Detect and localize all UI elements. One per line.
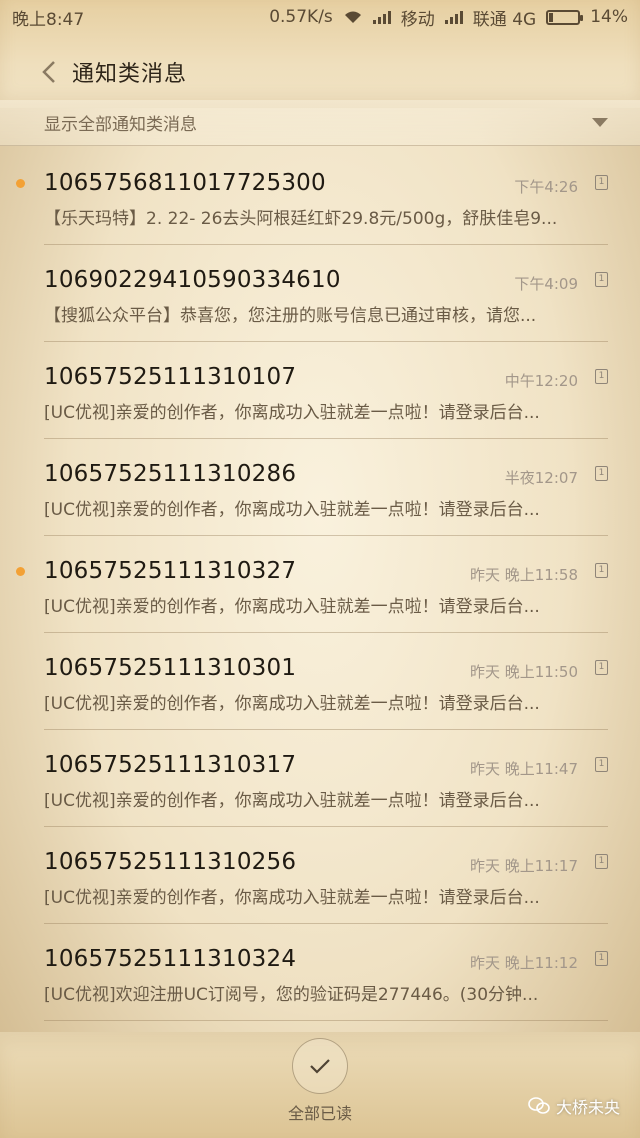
message-sender: 1065756811017725300 — [44, 170, 326, 196]
message-sender: 10657525111310317 — [44, 752, 297, 778]
network-speed: 0.57K/s — [269, 7, 333, 27]
message-preview: [UC优视]亲爱的创作者，你离成功入驻就差一点啦！请登录后台... — [44, 500, 540, 520]
message-preview: [UC优视]亲爱的创作者，你离成功入驻就差一点啦！请登录后台... — [44, 888, 540, 908]
sim-card-icon: 1 — [595, 660, 608, 675]
header: 通知类消息 — [0, 44, 640, 100]
sim-card-icon: 1 — [595, 854, 608, 869]
signal-icon — [372, 10, 391, 24]
battery-icon — [546, 9, 584, 25]
sim-card-icon: 1 — [595, 757, 608, 772]
sim-card-icon: 1 — [595, 272, 608, 287]
back-button[interactable] — [32, 55, 66, 89]
carrier-1: 移动 — [400, 9, 435, 30]
mark-all-read-button[interactable] — [292, 1038, 348, 1094]
message-row[interactable]: 10657525111310301 昨天 晚上11:50 1 [UC优视]亲爱的创作者… — [44, 633, 608, 730]
message-sender: 10690229410590334610 — [44, 267, 341, 293]
message-row[interactable]: 10657525111310256 昨天 晚上11:17 1 [UC优视]亲爱的创作者… — [44, 827, 608, 924]
message-row[interactable]: 10657525111310324 昨天 晚上11:12 1 [UC优视]欢迎注册UC… — [44, 924, 608, 1021]
status-time: 晚上8:47 — [12, 9, 85, 30]
sim-card-icon: 1 — [595, 466, 608, 481]
mark-all-read-label: 全部已读 — [287, 1104, 352, 1123]
chevron-left-icon — [42, 61, 55, 83]
message-row[interactable]: 10657525111310317 昨天 晚上11:47 1 [UC优视]亲爱的创作者… — [44, 730, 608, 827]
message-sender: 10657525111310107 — [44, 364, 297, 390]
message-preview: 【乐天玛特】2. 22- 26去头阿根廷红虾29.8元/500g，舒肤佳皂9..… — [44, 209, 558, 229]
message-sender: 10657525111310301 — [44, 655, 297, 681]
message-sender: 10657525111310324 — [44, 946, 297, 972]
status-bar: 晚上8:47 0.57K/s 移动 联通 4G 14% — [0, 0, 640, 34]
message-row[interactable]: 10690229410590334610 下午4:09 1 【搜狐公众平台】恭喜您，您… — [44, 245, 608, 342]
message-row[interactable]: 1065756811017725300 下午4:26 1 【乐天玛特】2. 22- 2… — [16, 148, 608, 245]
message-sender: 10657525111310286 — [44, 461, 297, 487]
carrier-2: 联通 4G — [472, 9, 537, 30]
message-time: 昨天 晚上11:12 — [470, 954, 578, 972]
message-sender: 10657525111310327 — [44, 558, 297, 584]
signal-icon — [444, 10, 463, 24]
message-time: 昨天 晚上11:58 — [470, 566, 578, 584]
message-list: 1065756811017725300 下午4:26 1 【乐天玛特】2. 22- 2… — [0, 148, 640, 1021]
sim-card-icon: 1 — [595, 369, 608, 384]
sim-card-icon: 1 — [595, 951, 608, 966]
battery-percent: 14% — [590, 7, 628, 27]
message-time: 下午4:09 — [514, 275, 578, 293]
message-preview: [UC优视]亲爱的创作者，你离成功入驻就差一点啦！请登录后台... — [44, 403, 540, 423]
message-preview: [UC优视]亲爱的创作者，你离成功入驻就差一点啦！请登录后台... — [44, 597, 540, 617]
unread-dot-icon — [16, 179, 25, 188]
caret-down-icon — [592, 118, 608, 127]
message-time: 半夜12:07 — [504, 469, 578, 487]
message-time: 下午4:26 — [514, 178, 578, 196]
message-preview: [UC优视]亲爱的创作者，你离成功入驻就差一点啦！请登录后台... — [44, 791, 540, 811]
page-title: 通知类消息 — [72, 62, 188, 87]
message-time: 昨天 晚上11:50 — [470, 663, 578, 681]
message-sender: 10657525111310256 — [44, 849, 297, 875]
message-time: 昨天 晚上11:47 — [470, 760, 578, 778]
message-row[interactable]: 10657525111310107 中午12:20 1 [UC优视]亲爱的创作者，你离… — [44, 342, 608, 439]
message-preview: [UC优视]欢迎注册UC订阅号，您的验证码是277446。(30分钟... — [44, 985, 539, 1005]
sim-card-icon: 1 — [595, 175, 608, 190]
message-row[interactable]: 10657525111310327 昨天 晚上11:58 1 [UC优视]亲爱的创作者… — [16, 536, 608, 633]
message-preview: [UC优视]亲爱的创作者，你离成功入驻就差一点啦！请登录后台... — [44, 694, 540, 714]
wifi-icon — [344, 11, 361, 23]
sim-card-icon: 1 — [595, 563, 608, 578]
filter-label: 显示全部通知类消息 — [44, 115, 197, 135]
check-icon — [310, 1059, 330, 1074]
watermark-text: 大桥未央 — [555, 1098, 620, 1117]
watermark: 大桥未央 — [528, 1094, 620, 1118]
filter-dropdown[interactable]: 显示全部通知类消息 — [0, 100, 640, 146]
wechat-icon — [528, 1097, 550, 1114]
message-row[interactable]: 10657525111310286 半夜12:07 1 [UC优视]亲爱的创作者，你离… — [44, 439, 608, 536]
message-preview: 【搜狐公众平台】恭喜您，您注册的账号信息已通过审核，请您... — [44, 306, 537, 326]
unread-dot-icon — [16, 567, 25, 576]
message-time: 中午12:20 — [504, 372, 578, 390]
message-time: 昨天 晚上11:17 — [470, 857, 578, 875]
